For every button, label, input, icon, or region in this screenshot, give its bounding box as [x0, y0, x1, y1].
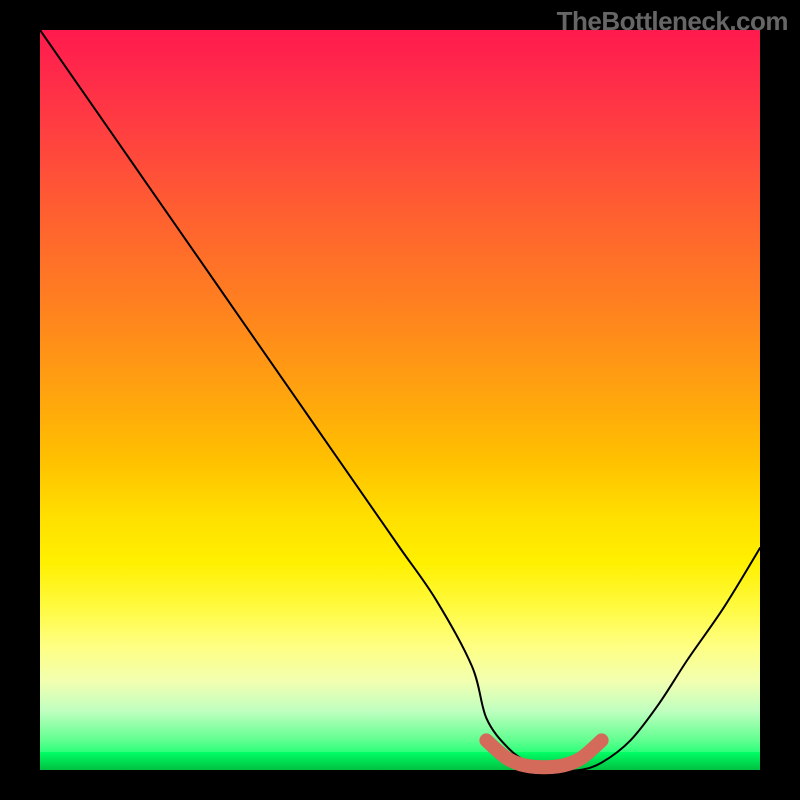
watermark-text: TheBottleneck.com	[557, 6, 788, 37]
curve-layer	[40, 30, 760, 770]
bottleneck-curve	[40, 30, 760, 771]
chart-frame: TheBottleneck.com	[0, 0, 800, 800]
plot-area	[40, 30, 760, 770]
